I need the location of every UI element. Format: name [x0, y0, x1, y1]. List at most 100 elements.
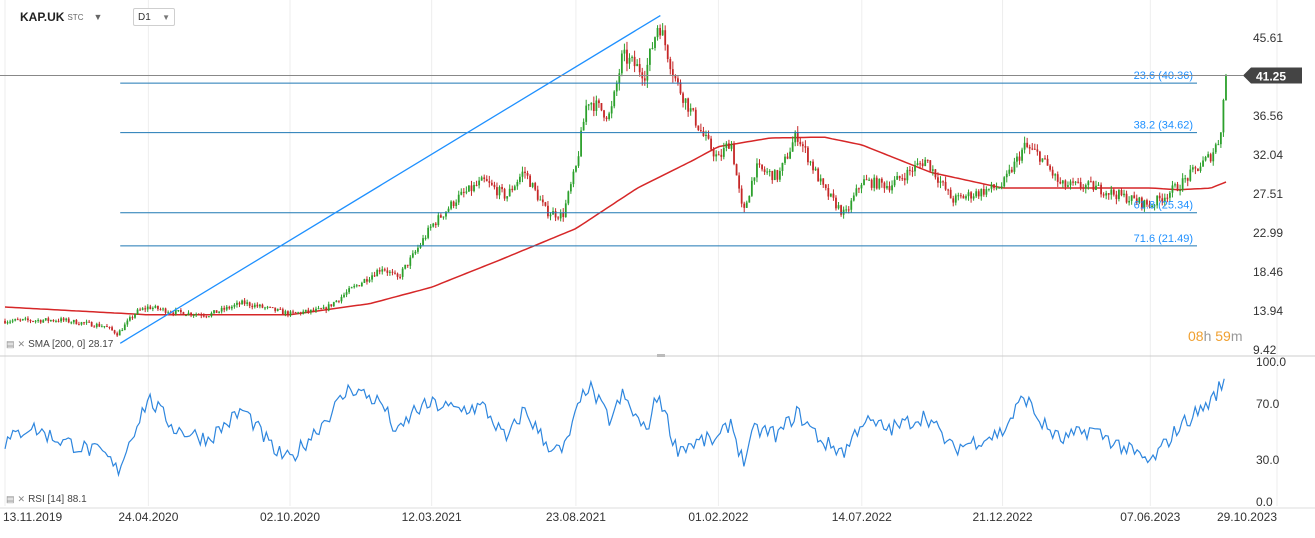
candle-body: [322, 307, 325, 309]
candle-body: [1010, 169, 1013, 172]
timeframe-select[interactable]: D1 ▼: [133, 8, 175, 26]
candle-body: [511, 188, 514, 191]
candle-body: [475, 184, 478, 186]
close-icon[interactable]: ✕: [18, 494, 26, 505]
candle-body: [631, 56, 633, 58]
candle-body: [1054, 174, 1057, 176]
price-y-tick-label: 36.56: [1253, 109, 1283, 123]
candle-body: [829, 193, 832, 197]
candle-body: [623, 49, 626, 54]
candle-body: [1005, 173, 1008, 178]
candle-body: [592, 103, 595, 111]
candle-body: [493, 184, 496, 188]
indicator-settings-icon[interactable]: ▤: [6, 494, 15, 505]
candle-body: [628, 57, 631, 64]
candle-body: [694, 109, 697, 126]
candle-body: [1003, 177, 1006, 187]
candle-body: [1026, 142, 1029, 147]
candle-body: [977, 191, 980, 197]
fibonacci-layer: 23.6 (40.36) 38.2 (34.62) 61.8 (25.34) 71.6…: [120, 70, 1197, 247]
close-icon[interactable]: ✕: [18, 339, 26, 350]
symbol-selector[interactable]: KAP.UK STC ▼: [20, 8, 102, 26]
candle-body: [80, 322, 83, 325]
candle-body: [422, 238, 424, 245]
candle-body: [521, 171, 524, 177]
candle-body: [134, 313, 136, 318]
candle-body: [516, 181, 519, 187]
candle-body: [1125, 193, 1128, 203]
candle-body: [526, 173, 529, 176]
candle-body: [873, 177, 876, 188]
candle-body: [845, 209, 848, 211]
candle-body: [1059, 181, 1062, 184]
candle-body: [858, 188, 860, 190]
candle-body: [483, 177, 486, 180]
candle-body: [4, 320, 6, 324]
candle-body: [141, 308, 144, 310]
candle-body: [1000, 186, 1003, 188]
x-tick-label: 21.12.2022: [973, 510, 1033, 524]
candle-body: [962, 195, 965, 199]
candle-body: [297, 312, 300, 314]
candle-body: [896, 175, 899, 180]
candle-body: [1176, 184, 1179, 191]
candle-body: [1021, 149, 1023, 161]
candle-body: [957, 195, 960, 197]
candle-body: [603, 110, 605, 118]
candle-body: [335, 300, 338, 303]
candle-body: [11, 320, 14, 322]
candle-body: [796, 131, 799, 142]
candle-body: [534, 183, 537, 190]
candle-body: [620, 53, 623, 74]
candle-body: [776, 170, 779, 180]
candle-body: [462, 191, 465, 193]
candle-body: [414, 251, 417, 254]
candle-body: [664, 30, 667, 46]
candle-body: [228, 306, 231, 309]
chart-canvas[interactable]: 23.6 (40.36) 38.2 (34.62) 61.8 (25.34) 71.6…: [0, 0, 1315, 533]
candle-body: [366, 279, 368, 282]
candle-body: [243, 300, 246, 304]
indicator-settings-icon[interactable]: ▤: [6, 339, 15, 350]
candle-body: [373, 275, 376, 277]
candle-body: [643, 78, 646, 81]
candle-body: [200, 314, 203, 316]
candle-body: [1197, 168, 1199, 171]
x-tick-label: 12.03.2021: [402, 510, 462, 524]
candle-body: [519, 176, 521, 182]
fibonacci-level-label: 38.2 (34.62): [1134, 120, 1193, 132]
x-tick-label: 14.07.2022: [832, 510, 892, 524]
symbol-suffix: STC: [67, 12, 84, 22]
x-tick-label: 01.02.2022: [688, 510, 748, 524]
candle-body: [55, 320, 57, 322]
candle-body: [442, 216, 445, 218]
candle-body: [649, 48, 651, 65]
candle-body: [37, 320, 40, 322]
candle-body: [42, 320, 45, 323]
candle-body: [608, 113, 611, 120]
candle-body: [773, 170, 776, 181]
candle-countdown: 08h 59m: [1188, 328, 1243, 344]
sma-layer: [4, 136, 1227, 316]
candle-body: [1077, 181, 1080, 183]
candle-body: [1158, 195, 1161, 199]
candle-body: [748, 195, 751, 203]
candle-body: [786, 156, 789, 159]
candle-body: [753, 177, 756, 181]
candle-body: [988, 188, 990, 190]
candle-body: [24, 318, 27, 320]
symbol-dropdown-icon[interactable]: ▼: [93, 12, 102, 22]
candle-body: [705, 134, 707, 137]
candle-body: [733, 144, 735, 165]
candle-body: [1214, 144, 1217, 153]
candle-body: [439, 215, 442, 218]
candle-body: [875, 177, 878, 189]
candle-body: [1222, 99, 1225, 133]
candle-body: [998, 187, 1001, 189]
candle-body: [401, 268, 404, 277]
candle-body: [215, 310, 218, 313]
candle-body: [1079, 182, 1082, 188]
candle-body: [1102, 194, 1105, 196]
candle-body: [1107, 193, 1110, 195]
candle-body: [898, 175, 901, 179]
